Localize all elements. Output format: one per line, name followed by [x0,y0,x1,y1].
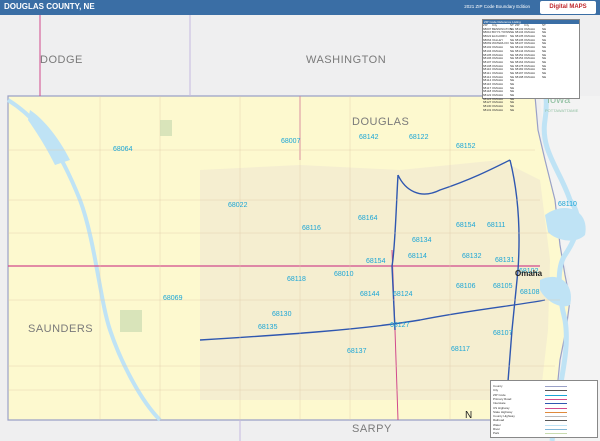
legend-swatch [545,429,567,430]
county-label-washington: WASHINGTON [306,54,387,66]
zip-label[interactable]: 68137 [347,348,366,355]
zip-label[interactable]: 68130 [272,311,291,318]
zip-label[interactable]: 68135 [258,324,277,331]
zip-label[interactable]: 68131 [495,257,514,264]
zip-label[interactable]: 68111 [487,222,505,229]
table-cell: 68131 [483,108,492,112]
zip-label[interactable]: 68107 [493,330,512,337]
table-cell: NE [542,75,547,79]
zip-label[interactable]: 68117 [451,346,470,353]
zip-label[interactable]: 68118 [287,276,306,283]
zip-label[interactable]: 68110 [558,201,577,208]
compass-icon: N [465,410,473,421]
zip-label[interactable]: 68069 [163,295,182,302]
zip-label[interactable]: 68116 [302,225,321,232]
zip-reference-table: ZIP Code Reference Listing ZIP City STZIP C… [482,19,580,112]
park-area-2 [160,120,172,136]
urban-area [200,160,550,400]
edition-label: 2021 ZIP Code Boundary Edition [464,4,530,9]
county-label-sarpy: SARPY [352,423,392,435]
legend-swatch [545,433,567,435]
zip-label[interactable]: 68122 [409,134,428,141]
legend-swatch [545,403,567,405]
zip-label[interactable]: 68142 [359,134,378,141]
zip-label[interactable]: 68022 [228,202,247,209]
zip-label[interactable]: 68114 [408,253,427,260]
map-legend: County City ZIP Code Primary Road Interstate… [490,380,598,438]
zip-label[interactable]: 68064 [113,146,132,153]
map-canvas[interactable]: DODGE WASHINGTON DOUGLAS SAUNDERS SARPY … [0,15,600,441]
zip-label[interactable]: 68010 [334,271,353,278]
legend-swatch [545,390,567,392]
zip-label[interactable]: 68108 [520,289,539,296]
table-row: 68131OMAHA NE [483,109,579,113]
legend-swatch [545,416,567,418]
zip-label[interactable]: 68164 [358,215,377,222]
legend-swatch [545,420,567,422]
legend-swatch [545,386,567,387]
zip-label[interactable]: 68154 [366,258,385,265]
county-label-saunders: SAUNDERS [28,323,94,335]
zip-label[interactable]: 68124 [393,291,412,298]
legend-swatch [545,407,567,409]
table-body: 68007BENNINGTONNE68132OMAHA NE 68010BOYS T… [483,28,579,113]
city-label-omaha[interactable]: Omaha [515,269,542,278]
zip-label[interactable]: 68154 [456,222,475,229]
table-cell: OMAHA [492,108,504,112]
legend-swatch [545,411,567,413]
zip-label[interactable]: 68144 [360,291,379,298]
map-title: DOUGLAS COUNTY, NE [4,2,95,11]
legend-item: Park [493,431,567,436]
zip-label[interactable]: 68152 [456,143,475,150]
county-label-douglas: DOUGLAS [352,116,410,128]
zip-label[interactable]: 68106 [456,283,475,290]
table-cell: NE [510,108,515,112]
county-label-dodge: DODGE [40,54,83,66]
legend-swatch [545,394,567,396]
legend-swatch [545,398,567,400]
legend-label: Park [493,431,500,436]
brand-logo: Digital MAPS [540,1,596,14]
zip-label[interactable]: 68127 [390,322,409,329]
park-area [120,310,142,332]
header-bar: DOUGLAS COUNTY, NE 2021 ZIP Code Boundar… [0,0,600,15]
legend-swatch [545,424,567,426]
zip-label[interactable]: 68132 [462,253,481,260]
zip-label[interactable]: 68134 [412,237,431,244]
zip-label[interactable]: 68105 [493,283,512,290]
zip-label[interactable]: 68007 [281,138,300,145]
